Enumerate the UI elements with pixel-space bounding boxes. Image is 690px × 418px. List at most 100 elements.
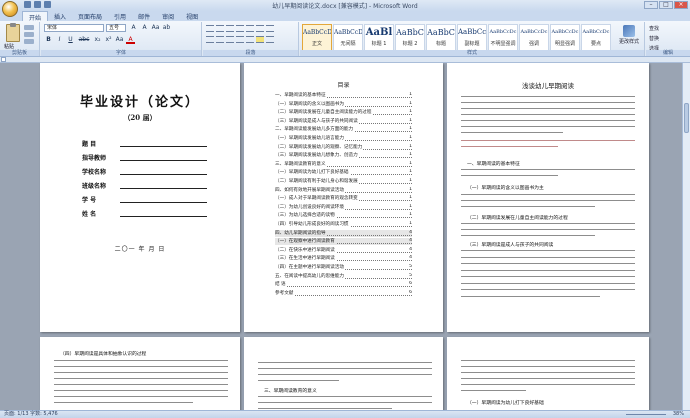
bullets-icon[interactable] [206,25,214,32]
toc-entry[interactable]: 四、幼儿早期阅读的指导 4 [275,229,412,237]
save-icon[interactable] [24,1,31,8]
tab-page-layout[interactable]: 页面布局 [72,11,108,21]
align-left-icon[interactable] [206,36,214,43]
toc-entry[interactable]: （一）成人对于早期阅读教育的观念转变 1 [275,195,412,202]
tab-review[interactable]: 审阅 [156,11,180,21]
sort-icon[interactable] [256,25,264,32]
style-tile[interactable]: AaBbCcDc 要点 [581,24,611,51]
toc-entry[interactable]: （二）为幼儿创设良好的阅读环境 1 [275,203,412,211]
borders-icon[interactable] [266,36,274,43]
toc-entry[interactable]: （二）早期阅读发展幼儿的观察、记忆能力 1 [275,143,412,151]
close-button[interactable]: × [674,1,688,9]
numbering-icon[interactable] [216,25,224,32]
office-button[interactable] [2,1,18,17]
paste-button-label[interactable]: 粘贴 [4,43,14,50]
document-workspace[interactable]: 毕业设计（论文） （20 届） 题 目指导教师 学校名称 班级名称学 号姓 名 二〇… [0,63,690,410]
cover-field-line[interactable] [120,188,207,189]
style-tile[interactable]: AaBbCcDc 强调 [519,24,549,51]
toc-entry[interactable]: 结 语 6 [275,281,412,288]
bold-icon[interactable]: B [44,36,53,44]
line-spacing-icon[interactable] [246,36,254,43]
paragraph-row-1 [206,25,274,32]
replace-button[interactable]: 替换 [649,35,659,42]
toc-entry[interactable]: （四）引导幼儿形成良好的阅读习惯 1 [275,221,412,228]
italic-icon[interactable]: I [55,36,64,44]
zoom-slider[interactable] [626,414,666,415]
tab-mailings[interactable]: 邮件 [132,11,156,21]
underline-icon[interactable]: U [66,36,75,44]
format-painter-icon[interactable] [24,39,34,44]
superscript-icon[interactable]: x² [104,36,113,44]
justify-icon[interactable] [236,36,244,43]
tab-insert[interactable]: 插入 [48,11,72,21]
toc-entry[interactable]: 二、早期阅读能发展幼儿多方面的能力 1 [275,126,412,133]
clipboard-group-label: 剪贴板 [0,50,39,56]
style-tile[interactable]: AaBbCcDc 明显强调 [550,24,580,51]
font-name-select[interactable]: 宋体 [44,24,104,32]
font-color-icon[interactable]: A [126,36,135,44]
toc-entry[interactable]: （一）早期阅读为幼儿打下良好基础 1 [275,169,412,176]
style-tile[interactable]: AaBl 标题 1 [364,24,394,51]
toc-entry[interactable]: （一）早期阅读的含义以图画书为 1 [275,100,412,108]
toc-entry[interactable]: （二）早期阅读有利于幼儿身心和谐发展 1 [275,178,412,185]
text-effect-icon[interactable]: Aa [115,36,124,44]
vertical-scrollbar[interactable] [682,63,690,410]
align-right-icon[interactable] [226,36,234,43]
strikethrough-icon[interactable]: abc [77,36,91,44]
font-size-select[interactable]: 五号 [106,24,126,32]
style-tile[interactable]: AaBbC 标题 [426,24,456,51]
find-button[interactable]: 查找 [649,25,659,32]
show-marks-icon[interactable] [266,25,274,32]
zoom-level[interactable]: 38% [673,411,684,418]
cover-field-line[interactable] [120,202,207,203]
toc-entry[interactable]: （三）在生活中进行早期阅读 4 [275,255,412,262]
ruler-toggle-button[interactable] [1,57,6,62]
toc-entry[interactable]: 五、在阅读中提高幼儿的思维能力 5 [275,272,412,280]
undo-icon[interactable] [34,1,41,8]
toc-entry[interactable]: （一）早期阅读发展幼儿语言能力 1 [275,135,412,142]
tab-view[interactable]: 视图 [180,11,204,21]
style-tile[interactable]: AaBbCcDc 无间隔 [333,24,363,51]
change-styles-button[interactable]: 更改样式 [617,24,641,50]
scrollbar-thumb[interactable] [684,103,689,133]
multilevel-list-icon[interactable] [226,25,234,32]
style-tile[interactable]: AaBbCcDc 不明显强调 [488,24,518,51]
cover-field-line[interactable] [120,216,207,217]
cut-icon[interactable] [24,25,34,30]
toc-entry[interactable]: （四）在主题中进行早期阅读活动 5 [275,264,412,271]
toc-entry[interactable]: 四、如何有效地开展早期阅读活动 1 [275,186,412,194]
shrink-font-icon[interactable]: A [140,24,149,32]
toc-entry[interactable]: （三）早期阅读是成人与孩子的共同阅读 1 [275,117,412,125]
subscript-icon[interactable]: x₂ [93,36,102,44]
paste-icon[interactable] [6,23,20,42]
style-sample: AaBbCcDc [582,29,610,35]
toc-entry[interactable]: （三）早期阅读发展幼儿想象力、创造力 1 [275,152,412,159]
toc-entry[interactable]: （二）在快乐中进行早期阅读 4 [275,246,412,254]
minimize-button[interactable]: – [644,1,658,9]
maximize-button[interactable]: □ [659,1,673,9]
style-tile[interactable]: AaBbC 标题 2 [395,24,425,51]
style-tile[interactable]: AaBbCcl 副标题 [457,24,487,51]
cover-field-line[interactable] [120,174,207,175]
copy-icon[interactable] [24,32,34,37]
toc-entry[interactable]: 一、早期阅读的基本特征 1 [275,92,412,99]
text-line [258,401,432,405]
tab-home[interactable]: 开始 [22,11,49,22]
cover-field-line[interactable] [120,146,207,147]
toc-entry[interactable]: （三）为幼儿选择合适的读物 1 [275,212,412,219]
align-center-icon[interactable] [216,36,224,43]
grow-font-icon[interactable]: A [129,24,138,32]
clear-format-icon[interactable]: ab [162,24,171,32]
tab-references[interactable]: 引用 [108,11,132,21]
increase-indent-icon[interactable] [246,25,254,32]
change-case-icon[interactable]: Aa [151,24,160,32]
decrease-indent-icon[interactable] [236,25,244,32]
toc-entry[interactable]: （二）早期阅读发展在儿童自主阅读能力的过程 1 [275,109,412,116]
style-tile[interactable]: AaBbCcDc 正文 [302,24,332,51]
redo-icon[interactable] [44,1,51,8]
toc-entry[interactable]: （一）在观察中进行阅读教育 4 [275,238,412,246]
cover-field-line[interactable] [120,160,207,161]
shading-icon[interactable] [256,36,264,43]
toc-entry[interactable]: 三、早期阅读教育的意义 1 [275,160,412,168]
toc-entry[interactable]: 参考文献 6 [275,289,412,297]
